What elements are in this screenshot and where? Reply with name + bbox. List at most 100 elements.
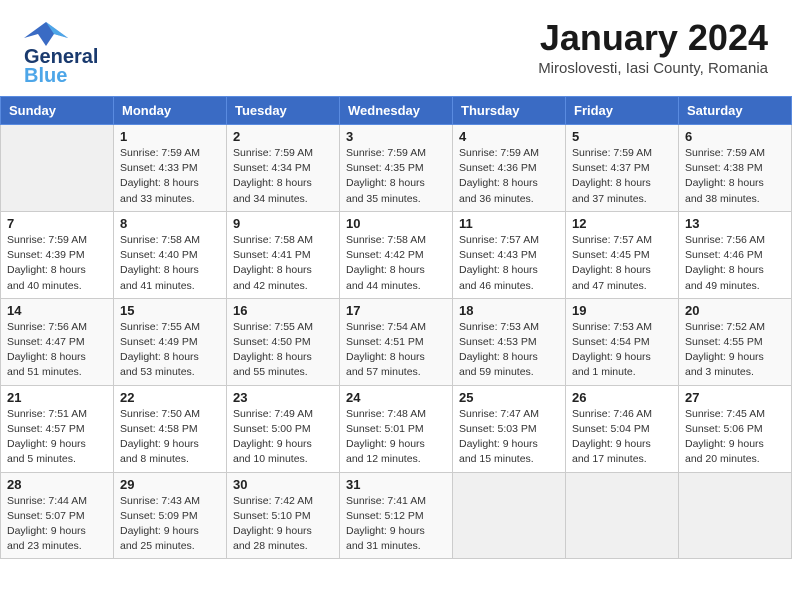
day-info: Sunrise: 7:47 AMSunset: 5:03 PMDaylight:… <box>459 407 559 468</box>
day-number: 29 <box>120 477 220 492</box>
day-number: 14 <box>7 303 107 318</box>
day-number: 8 <box>120 216 220 231</box>
logo: General Blue <box>24 18 98 88</box>
day-number: 17 <box>346 303 446 318</box>
calendar-cell: 21 Sunrise: 7:51 AMSunset: 4:57 PMDayligh… <box>1 385 114 472</box>
weekday-header-friday: Friday <box>566 97 679 125</box>
day-info: Sunrise: 7:50 AMSunset: 4:58 PMDaylight:… <box>120 407 220 468</box>
day-info: Sunrise: 7:56 AMSunset: 4:46 PMDaylight:… <box>685 233 785 294</box>
day-number: 21 <box>7 390 107 405</box>
calendar-cell: 6Sunrise: 7:59 AMSunset: 4:38 PMDaylight… <box>679 125 792 212</box>
calendar-cell: 7 Sunrise: 7:59 AMSunset: 4:39 PMDaylight… <box>1 211 114 298</box>
calendar-cell: 18Sunrise: 7:53 AMSunset: 4:53 PMDayligh… <box>453 298 566 385</box>
calendar-cell <box>453 472 566 559</box>
page-header: General Blue January 2024 Miroslovesti, … <box>0 0 792 96</box>
calendar-cell: 24 Sunrise: 7:48 AMSunset: 5:01 PMDayligh… <box>340 385 453 472</box>
day-info: Sunrise: 7:59 AMSunset: 4:37 PMDaylight:… <box>572 146 672 207</box>
calendar-cell: 30 Sunrise: 7:42 AMSunset: 5:10 PMDayligh… <box>227 472 340 559</box>
day-number: 30 <box>233 477 333 492</box>
calendar-cell: 9 Sunrise: 7:58 AMSunset: 4:41 PMDaylight… <box>227 211 340 298</box>
day-number: 10 <box>346 216 446 231</box>
day-number: 16 <box>233 303 333 318</box>
location-text: Miroslovesti, Iasi County, Romania <box>538 60 768 77</box>
calendar-cell: 4 Sunrise: 7:59 AMSunset: 4:36 PMDaylight… <box>453 125 566 212</box>
calendar-cell: 13 Sunrise: 7:56 AMSunset: 4:46 PMDayligh… <box>679 211 792 298</box>
day-info: Sunrise: 7:59 AMSunset: 4:35 PMDaylight:… <box>346 146 446 207</box>
day-info: Sunrise: 7:51 AMSunset: 4:57 PMDaylight:… <box>7 407 107 468</box>
calendar-cell: 2 Sunrise: 7:59 AMSunset: 4:34 PMDaylight… <box>227 125 340 212</box>
calendar-cell: 11 Sunrise: 7:57 AMSunset: 4:43 PMDayligh… <box>453 211 566 298</box>
calendar-cell: 1 Sunrise: 7:59 AMSunset: 4:33 PMDaylight… <box>114 125 227 212</box>
day-number: 27 <box>685 390 785 405</box>
weekday-header-thursday: Thursday <box>453 97 566 125</box>
day-number: 1 <box>120 129 220 144</box>
calendar-cell: 16Sunrise: 7:55 AMSunset: 4:50 PMDayligh… <box>227 298 340 385</box>
day-info: Sunrise: 7:49 AMSunset: 5:00 PMDaylight:… <box>233 407 333 468</box>
day-number: 6 <box>685 129 785 144</box>
day-info: Sunrise: 7:43 AMSunset: 5:09 PMDaylight:… <box>120 494 220 555</box>
calendar-cell: 25Sunrise: 7:47 AMSunset: 5:03 PMDayligh… <box>453 385 566 472</box>
day-info: Sunrise: 7:59 AMSunset: 4:39 PMDaylight:… <box>7 233 107 294</box>
day-number: 4 <box>459 129 559 144</box>
day-number: 24 <box>346 390 446 405</box>
day-info: Sunrise: 7:52 AMSunset: 4:55 PMDaylight:… <box>685 320 785 381</box>
calendar-cell <box>566 472 679 559</box>
calendar-cell <box>1 125 114 212</box>
day-info: Sunrise: 7:59 AMSunset: 4:36 PMDaylight:… <box>459 146 559 207</box>
calendar-header: SundayMondayTuesdayWednesdayThursdayFrid… <box>1 97 792 125</box>
day-info: Sunrise: 7:42 AMSunset: 5:10 PMDaylight:… <box>233 494 333 555</box>
day-number: 26 <box>572 390 672 405</box>
weekday-header-saturday: Saturday <box>679 97 792 125</box>
calendar-cell: 26Sunrise: 7:46 AMSunset: 5:04 PMDayligh… <box>566 385 679 472</box>
day-info: Sunrise: 7:41 AMSunset: 5:12 PMDaylight:… <box>346 494 446 555</box>
calendar-cell: 14 Sunrise: 7:56 AMSunset: 4:47 PMDayligh… <box>1 298 114 385</box>
calendar-cell: 19 Sunrise: 7:53 AMSunset: 4:54 PMDayligh… <box>566 298 679 385</box>
day-number: 9 <box>233 216 333 231</box>
calendar-table: SundayMondayTuesdayWednesdayThursdayFrid… <box>0 96 792 559</box>
day-info: Sunrise: 7:59 AMSunset: 4:33 PMDaylight:… <box>120 146 220 207</box>
calendar-cell: 10 Sunrise: 7:58 AMSunset: 4:42 PMDayligh… <box>340 211 453 298</box>
calendar-cell: 22 Sunrise: 7:50 AMSunset: 4:58 PMDayligh… <box>114 385 227 472</box>
month-title: January 2024 <box>538 18 768 58</box>
logo-blue: Blue <box>24 65 98 88</box>
day-info: Sunrise: 7:45 AMSunset: 5:06 PMDaylight:… <box>685 407 785 468</box>
day-info: Sunrise: 7:57 AMSunset: 4:45 PMDaylight:… <box>572 233 672 294</box>
day-number: 2 <box>233 129 333 144</box>
day-info: Sunrise: 7:58 AMSunset: 4:40 PMDaylight:… <box>120 233 220 294</box>
weekday-header-wednesday: Wednesday <box>340 97 453 125</box>
day-number: 31 <box>346 477 446 492</box>
day-info: Sunrise: 7:44 AMSunset: 5:07 PMDaylight:… <box>7 494 107 555</box>
day-number: 19 <box>572 303 672 318</box>
day-number: 13 <box>685 216 785 231</box>
day-info: Sunrise: 7:56 AMSunset: 4:47 PMDaylight:… <box>7 320 107 381</box>
day-info: Sunrise: 7:48 AMSunset: 5:01 PMDaylight:… <box>346 407 446 468</box>
weekday-header-tuesday: Tuesday <box>227 97 340 125</box>
title-block: January 2024 Miroslovesti, Iasi County, … <box>538 18 768 77</box>
day-number: 28 <box>7 477 107 492</box>
day-info: Sunrise: 7:58 AMSunset: 4:41 PMDaylight:… <box>233 233 333 294</box>
day-number: 11 <box>459 216 559 231</box>
calendar-cell: 27 Sunrise: 7:45 AMSunset: 5:06 PMDayligh… <box>679 385 792 472</box>
day-number: 23 <box>233 390 333 405</box>
calendar-cell: 29 Sunrise: 7:43 AMSunset: 5:09 PMDayligh… <box>114 472 227 559</box>
day-info: Sunrise: 7:58 AMSunset: 4:42 PMDaylight:… <box>346 233 446 294</box>
calendar-cell: 23 Sunrise: 7:49 AMSunset: 5:00 PMDayligh… <box>227 385 340 472</box>
day-number: 22 <box>120 390 220 405</box>
calendar-cell: 15Sunrise: 7:55 AMSunset: 4:49 PMDayligh… <box>114 298 227 385</box>
calendar-cell <box>679 472 792 559</box>
day-number: 20 <box>685 303 785 318</box>
calendar-cell: 31 Sunrise: 7:41 AMSunset: 5:12 PMDayligh… <box>340 472 453 559</box>
calendar-cell: 20 Sunrise: 7:52 AMSunset: 4:55 PMDayligh… <box>679 298 792 385</box>
day-info: Sunrise: 7:57 AMSunset: 4:43 PMDaylight:… <box>459 233 559 294</box>
calendar-cell: 12 Sunrise: 7:57 AMSunset: 4:45 PMDayligh… <box>566 211 679 298</box>
day-number: 18 <box>459 303 559 318</box>
day-info: Sunrise: 7:54 AMSunset: 4:51 PMDaylight:… <box>346 320 446 381</box>
calendar-cell: 5 Sunrise: 7:59 AMSunset: 4:37 PMDaylight… <box>566 125 679 212</box>
day-info: Sunrise: 7:53 AMSunset: 4:54 PMDaylight:… <box>572 320 672 381</box>
calendar-cell: 17 Sunrise: 7:54 AMSunset: 4:51 PMDayligh… <box>340 298 453 385</box>
day-number: 12 <box>572 216 672 231</box>
weekday-header-monday: Monday <box>114 97 227 125</box>
day-number: 7 <box>7 216 107 231</box>
day-info: Sunrise: 7:59 AMSunset: 4:34 PMDaylight:… <box>233 146 333 207</box>
day-number: 5 <box>572 129 672 144</box>
